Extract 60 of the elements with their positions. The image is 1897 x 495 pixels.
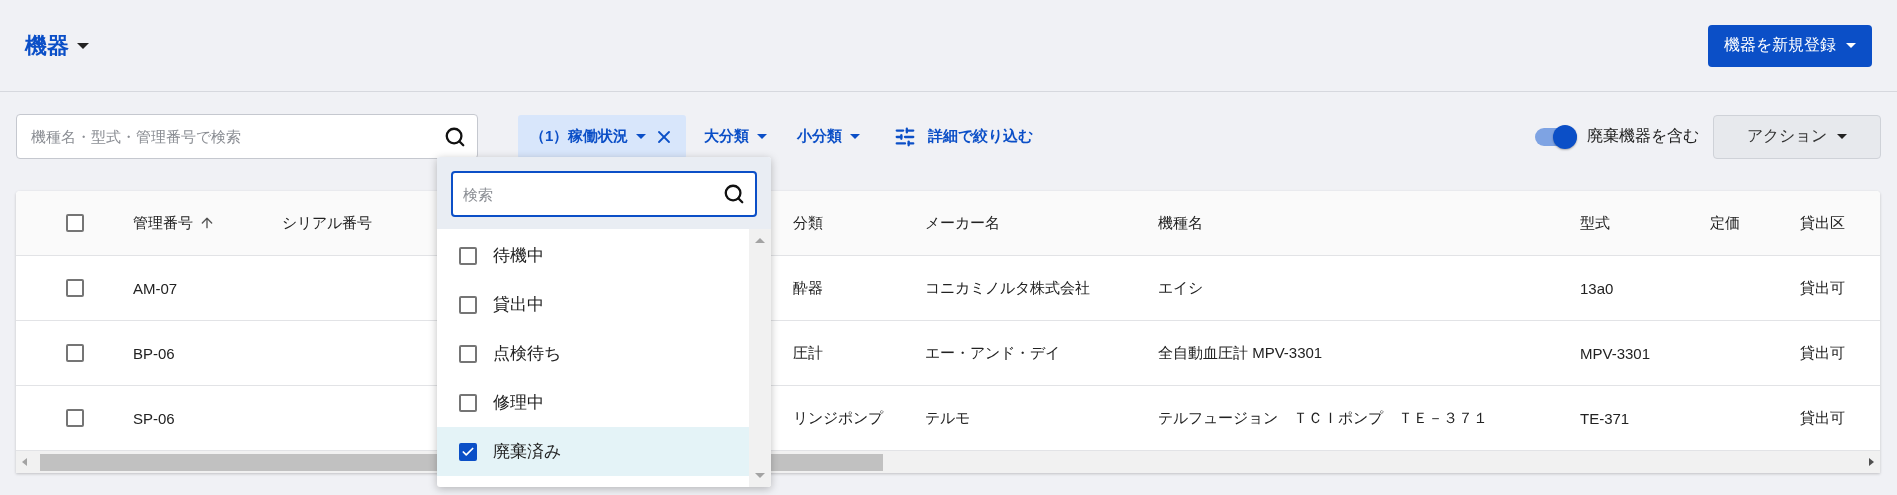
table-cell: 圧計 [793, 343, 823, 363]
row-checkbox[interactable] [65, 344, 84, 362]
sliders-icon [894, 125, 917, 148]
table-cell: リンジポンプ [793, 408, 883, 428]
option-label: 廃棄済み [493, 441, 561, 463]
column-header: 管理番号 [133, 213, 193, 233]
caret-icon [1837, 134, 1847, 139]
option-label: 点検待ち [493, 343, 561, 365]
table-cell: 貸出可 [1800, 278, 1845, 298]
page-title[interactable]: 機器 [25, 30, 89, 61]
new-register-button[interactable]: 機器を新規登録 [1708, 24, 1872, 67]
checkbox[interactable] [459, 295, 477, 314]
table-cell: SP-06 [133, 409, 175, 427]
checkbox[interactable] [459, 246, 477, 265]
table-cell: 全自動血圧計 MPV-3301 [1158, 343, 1323, 363]
checkbox[interactable] [459, 393, 477, 412]
dropdown-search-field[interactable]: 検索 [451, 171, 757, 217]
row-checkbox[interactable] [65, 409, 84, 427]
table-cell: エー・アンド・デイ [925, 343, 1060, 363]
checkbox[interactable] [459, 442, 477, 461]
table-cell: 貸出可 [1800, 408, 1845, 428]
option-label: 待機中 [493, 245, 544, 267]
column-header: 機種名 [1158, 213, 1203, 233]
caret-icon [757, 134, 768, 139]
column-header: メーカー名 [925, 213, 1000, 233]
table-cell: 13a0 [1580, 279, 1614, 297]
caret-icon [77, 42, 89, 49]
table-cell: 酔器 [793, 278, 823, 298]
select-all-checkbox[interactable] [65, 214, 84, 232]
column-header: シリアル番号 [282, 213, 372, 233]
table-cell: AM-07 [133, 279, 178, 297]
action-button[interactable]: アクション [1713, 114, 1881, 159]
search-icon[interactable] [723, 183, 745, 205]
table-cell: MPV-3301 [1580, 344, 1651, 362]
table-cell: TE-371 [1580, 409, 1630, 427]
toggle-label: 廃棄機器を含む [1587, 126, 1699, 146]
table-cell: コニカミノルタ株式会社 [925, 278, 1090, 298]
caret-icon [850, 134, 861, 139]
table-cell: テルモ [925, 408, 970, 428]
option-label: 修理中 [493, 392, 544, 414]
toggle-switch[interactable] [1535, 127, 1577, 146]
table-cell: エイシ [1158, 278, 1203, 298]
advanced-filter-button[interactable]: 詳細で絞り込む [894, 125, 1034, 148]
checkbox[interactable] [459, 344, 477, 363]
row-checkbox[interactable] [65, 279, 84, 297]
column-header: 貸出区 [1800, 213, 1845, 233]
column-header: 定価 [1710, 213, 1740, 233]
filter-chip[interactable]: 小分類 [785, 114, 873, 159]
filter-chip[interactable]: （1）稼働状況 [518, 114, 687, 159]
caret-icon [1846, 43, 1856, 48]
filter-chip[interactable]: 大分類 [692, 114, 780, 159]
search-icon[interactable] [444, 125, 466, 148]
search-field[interactable]: 機種名・型式・管理番号で検索 [16, 114, 478, 159]
table-cell: 貸出可 [1800, 343, 1845, 363]
column-header: 分類 [793, 213, 823, 233]
table-cell: BP-06 [133, 344, 175, 362]
option-label: 貸出中 [493, 294, 544, 316]
caret-icon [636, 134, 647, 139]
table-cell: テルフュージョン ＴＣＩポンプ ＴＥ－３７１ [1158, 408, 1488, 428]
column-header: 型式 [1580, 213, 1610, 233]
